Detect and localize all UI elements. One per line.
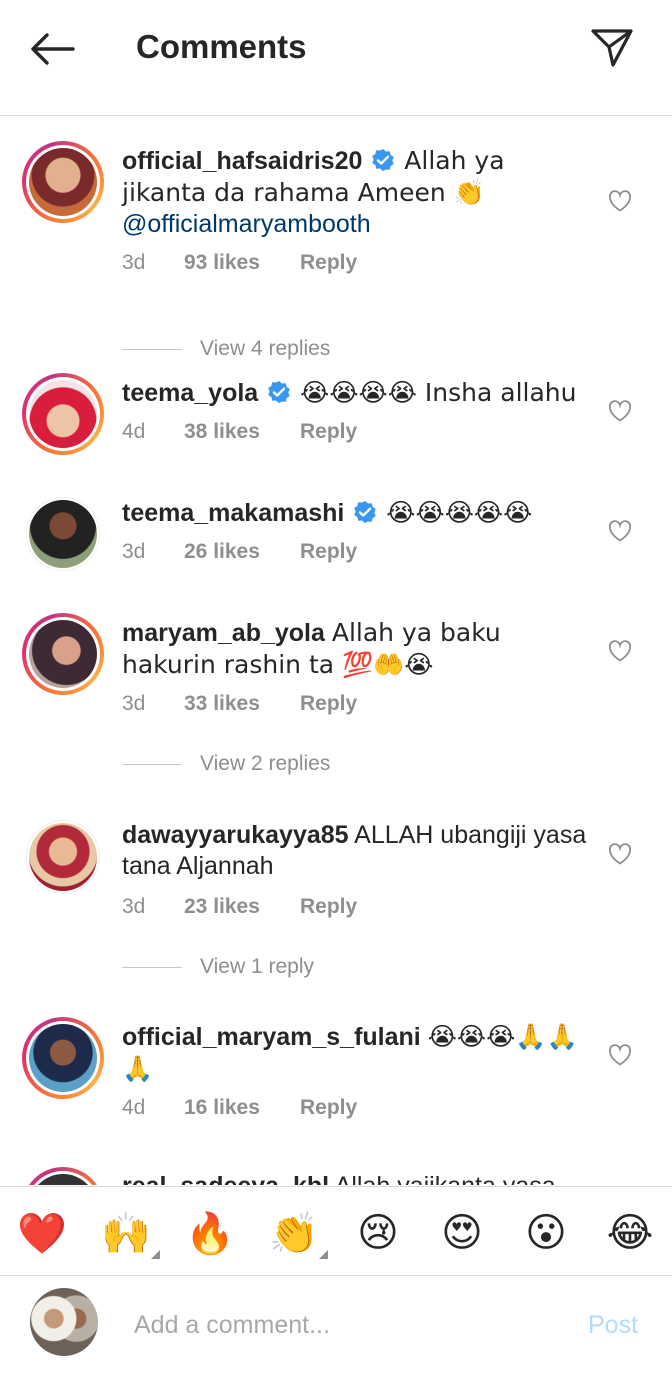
- heart-outline-icon: [608, 190, 632, 212]
- like-button[interactable]: [606, 1041, 634, 1069]
- reply-button[interactable]: Reply: [300, 540, 357, 564]
- reply-button[interactable]: Reply: [300, 420, 357, 444]
- comment-text: 😭😭😭😭 Insha allahu: [300, 378, 577, 407]
- comment-text: 😭😭😭😭😭: [386, 498, 533, 527]
- emoji-clap-button[interactable]: 👏: [264, 1203, 328, 1263]
- comment-username[interactable]: official_maryam_s_fulani: [122, 1023, 421, 1051]
- emoji-raised-hands-button[interactable]: 🙌: [96, 1203, 160, 1263]
- replies-divider: [122, 763, 182, 765]
- comment-username[interactable]: maryam_ab_yola: [122, 619, 325, 647]
- comment-username[interactable]: teema_yola: [122, 379, 258, 407]
- avatar[interactable]: [22, 493, 104, 575]
- view-replies-button[interactable]: View 1 reply: [122, 952, 314, 982]
- emoji-quick-bar: ❤️ 🙌 🔥 👏 😢 😍 😮 😂: [0, 1186, 672, 1276]
- page-title: Comments: [136, 28, 307, 65]
- skin-tone-indicator: [151, 1250, 160, 1259]
- skin-tone-indicator: [319, 1250, 328, 1259]
- verified-badge-icon: [354, 501, 377, 523]
- view-replies-button[interactable]: View 2 replies: [122, 749, 330, 779]
- comment-time: 3d: [122, 895, 146, 918]
- like-button[interactable]: [606, 840, 634, 868]
- post-button[interactable]: Post: [588, 1311, 638, 1340]
- comment-username[interactable]: dawayyarukayya85: [122, 821, 349, 849]
- reply-button[interactable]: Reply: [300, 1096, 357, 1120]
- comment-time: 4d: [122, 1096, 146, 1119]
- view-replies-label: View 4 replies: [200, 337, 331, 360]
- view-replies-label: View 2 replies: [200, 752, 331, 775]
- like-button[interactable]: [606, 397, 634, 425]
- arrow-left-icon: [31, 33, 75, 65]
- comment-username[interactable]: official_hafsaidris20: [122, 147, 362, 175]
- comment-time: 3d: [122, 692, 146, 715]
- share-button[interactable]: [586, 24, 638, 72]
- avatar[interactable]: [22, 1017, 104, 1099]
- heart-outline-icon: [608, 843, 632, 865]
- emoji-raised-hands-glyph: 🙌: [101, 1210, 151, 1257]
- comment-input[interactable]: [134, 1305, 554, 1345]
- comment-likes[interactable]: 38 likes: [184, 420, 300, 444]
- emoji-laughing-button[interactable]: 😂: [600, 1203, 660, 1263]
- verified-badge-icon: [268, 381, 290, 403]
- heart-outline-icon: [608, 400, 632, 422]
- avatar[interactable]: [22, 1167, 104, 1185]
- comment-likes[interactable]: 93 likes: [184, 251, 300, 275]
- current-user-avatar: [30, 1288, 98, 1356]
- replies-divider: [122, 348, 182, 350]
- comment-likes[interactable]: 23 likes: [184, 895, 300, 919]
- view-replies-button[interactable]: View 4 replies: [122, 334, 330, 364]
- emoji-clap-glyph: 👏: [269, 1210, 319, 1257]
- comment-mention[interactable]: @officialmaryambooth: [122, 210, 371, 238]
- comment-likes[interactable]: 26 likes: [184, 540, 300, 564]
- comment-time: 3d: [122, 251, 146, 274]
- comment-username[interactable]: real_sadeeya_kbl: [122, 1172, 329, 1185]
- header-bar: Comments: [0, 0, 672, 116]
- comment-likes[interactable]: 33 likes: [184, 692, 300, 716]
- avatar[interactable]: [22, 816, 104, 898]
- emoji-heart-eyes-button[interactable]: 😍: [432, 1203, 492, 1263]
- comment-time: 4d: [122, 420, 146, 443]
- heart-outline-icon: [608, 640, 632, 662]
- emoji-heart-button[interactable]: ❤️: [12, 1203, 72, 1263]
- like-button[interactable]: [606, 517, 634, 545]
- comment-likes[interactable]: 16 likes: [184, 1096, 300, 1120]
- reply-button[interactable]: Reply: [300, 692, 357, 716]
- heart-outline-icon: [608, 1044, 632, 1066]
- back-button[interactable]: [24, 26, 80, 72]
- view-replies-label: View 1 reply: [200, 955, 315, 978]
- paper-plane-icon: [591, 29, 633, 67]
- comment-time: 3d: [122, 540, 146, 563]
- emoji-surprised-button[interactable]: 😮: [516, 1203, 576, 1263]
- avatar[interactable]: [22, 141, 104, 223]
- comment-composer: Post: [0, 1277, 672, 1378]
- reply-button[interactable]: Reply: [300, 251, 357, 275]
- avatar[interactable]: [22, 613, 104, 695]
- comment-text: Allah yajikanta yasa: [335, 1172, 556, 1185]
- comment-username[interactable]: teema_makamashi: [122, 499, 344, 527]
- comments-list[interactable]: official_hafsaidris20 Allah ya jikanta d…: [0, 117, 672, 1185]
- avatar[interactable]: [22, 373, 104, 455]
- like-button[interactable]: [606, 187, 634, 215]
- emoji-crying-button[interactable]: 😢: [348, 1203, 408, 1263]
- verified-badge-icon: [372, 149, 395, 171]
- reply-button[interactable]: Reply: [300, 895, 357, 919]
- heart-outline-icon: [608, 520, 632, 542]
- replies-divider: [122, 966, 182, 968]
- emoji-fire-button[interactable]: 🔥: [180, 1203, 240, 1263]
- like-button[interactable]: [606, 637, 634, 665]
